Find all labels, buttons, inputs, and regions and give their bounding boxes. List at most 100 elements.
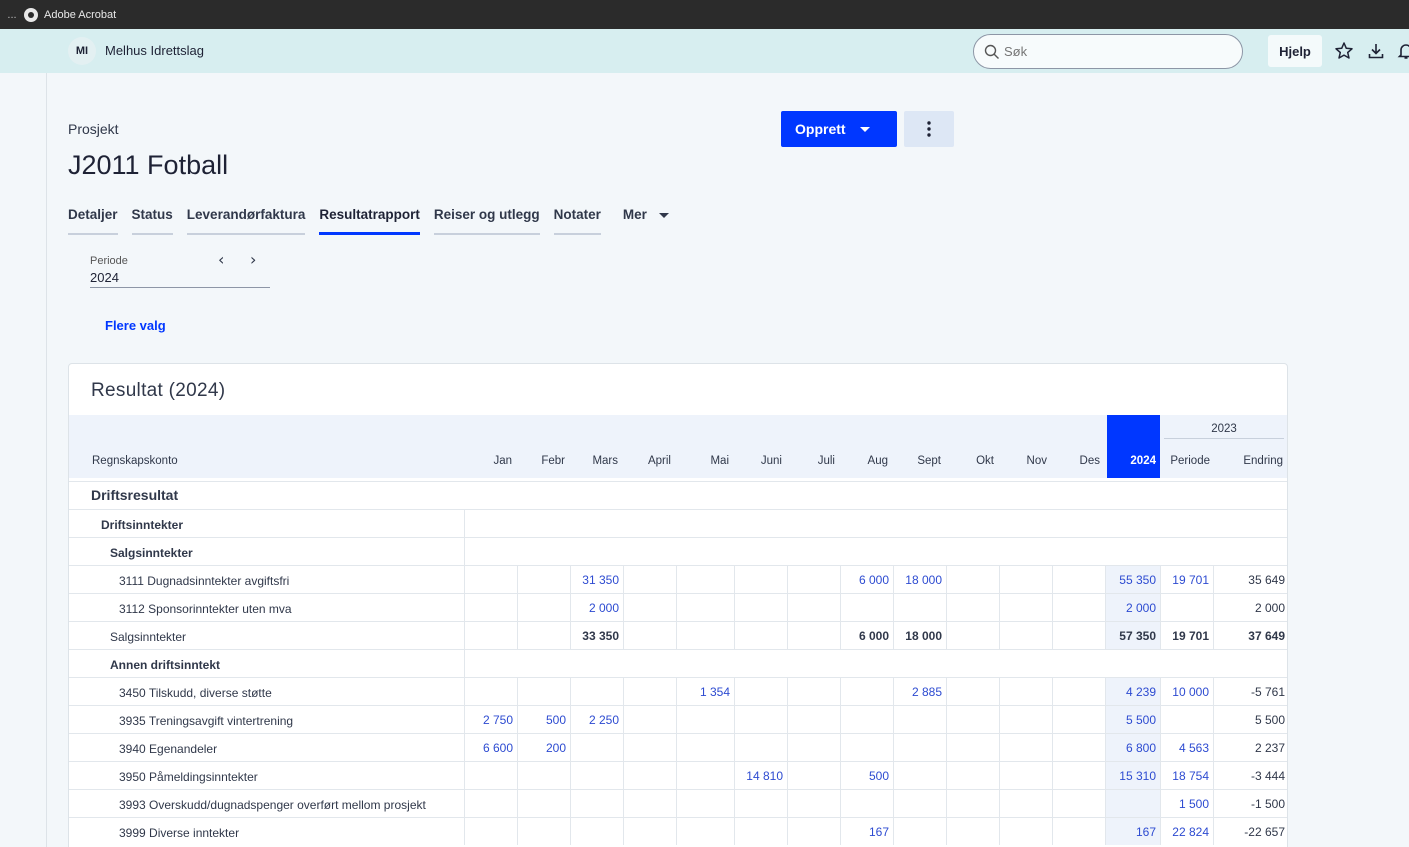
month-cell — [517, 622, 570, 649]
row-label[interactable]: 3935 Treningsavgift vintertrening — [119, 714, 293, 728]
month-cell[interactable]: 167 — [840, 818, 893, 845]
period-cell[interactable]: 18 754 — [1160, 762, 1213, 789]
month-cell — [787, 594, 840, 621]
year-2024-cell[interactable]: 57 350 — [1105, 622, 1160, 649]
help-button[interactable]: Hjelp — [1268, 35, 1322, 67]
year-2024-cell[interactable]: 5 500 — [1105, 706, 1160, 733]
row-label[interactable]: 3940 Egenandeler — [119, 742, 217, 756]
bell-icon[interactable] — [1396, 41, 1409, 61]
chevron-right-icon[interactable]: › — [250, 250, 256, 269]
month-cell — [999, 622, 1052, 649]
month-cell[interactable]: 6 600 — [464, 734, 517, 761]
table-row[interactable]: 3112 Sponsorinntekter uten mva 2 000 2 000… — [69, 593, 1287, 621]
search-input[interactable] — [1004, 44, 1224, 59]
month-cell[interactable]: 500 — [517, 706, 570, 733]
row-label[interactable]: 3111 Dugnadsinntekter avgiftsfri — [119, 574, 289, 588]
more-actions-button[interactable] — [904, 111, 954, 147]
row-label[interactable]: 3950 Påmeldingsinntekter — [119, 770, 258, 784]
month-cell[interactable]: 18 000 — [893, 566, 946, 593]
tab-details[interactable]: Detaljer — [68, 207, 118, 235]
month-cell[interactable]: 2 885 — [893, 678, 946, 705]
period-cell[interactable]: 19 701 — [1160, 622, 1213, 649]
tab-more-label: Mer — [622, 207, 647, 222]
tab-result-report[interactable]: Resultatrapport — [319, 207, 420, 235]
org-name[interactable]: Melhus Idrettslag — [105, 43, 204, 58]
month-cell[interactable]: 33 350 — [570, 622, 623, 649]
breadcrumb[interactable]: Prosjekt — [68, 121, 119, 137]
avatar[interactable]: MI — [68, 37, 96, 65]
month-header: Jan — [493, 455, 512, 467]
month-cell — [464, 678, 517, 705]
more-options-link[interactable]: Flere valg — [105, 318, 166, 333]
period-cell[interactable]: 1 500 — [1160, 790, 1213, 817]
month-header: Okt — [976, 455, 994, 467]
month-cell[interactable]: 2 000 — [570, 594, 623, 621]
create-button[interactable]: Opprett — [781, 111, 897, 147]
month-cell — [1052, 790, 1105, 817]
period-cell[interactable]: 19 701 — [1160, 566, 1213, 593]
period-value: 2024 — [90, 270, 119, 285]
row-label: Salgsinntekter — [110, 630, 187, 644]
month-cell[interactable]: 6 000 — [840, 622, 893, 649]
row-label: Annen driftsinntekt — [110, 658, 220, 672]
row-label[interactable]: 3993 Overskudd/dugnadspenger overført me… — [119, 798, 426, 812]
month-cell — [999, 762, 1052, 789]
period-column-header: Periode — [1170, 455, 1210, 467]
row-label[interactable]: 3450 Tilskudd, diverse støtte — [119, 686, 272, 700]
table-row[interactable]: 3940 Egenandeler 6 600 200 6 800 4 563 2 237 — [69, 733, 1287, 761]
table-row[interactable]: 3935 Treningsavgift vintertrening 2 750 50… — [69, 705, 1287, 733]
year-2024-cell[interactable]: 55 350 — [1105, 566, 1160, 593]
caret-down-icon — [859, 126, 870, 132]
year-2024-header[interactable]: 2024 — [1107, 415, 1160, 478]
globe-icon — [24, 7, 38, 22]
table-row[interactable]: 3111 Dugnadsinntekter avgiftsfri 31 350 6 … — [69, 565, 1287, 593]
month-cell — [464, 790, 517, 817]
table-row[interactable]: 3993 Overskudd/dugnadspenger overført me… — [69, 789, 1287, 817]
side-rail — [0, 73, 47, 847]
year-2024-cell[interactable]: 2 000 — [1105, 594, 1160, 621]
year-2024-cell[interactable] — [1105, 790, 1160, 817]
period-field[interactable]: Periode 2024 ‹ › — [90, 250, 270, 288]
star-icon[interactable] — [1334, 41, 1354, 61]
year-2024-cell[interactable]: 6 800 — [1105, 734, 1160, 761]
period-cell[interactable]: 4 563 — [1160, 734, 1213, 761]
month-cell[interactable]: 31 350 — [570, 566, 623, 593]
month-cell — [999, 678, 1052, 705]
month-cell[interactable]: 18 000 — [893, 622, 946, 649]
year-2024-cell[interactable]: 167 — [1105, 818, 1160, 845]
download-icon[interactable] — [1366, 41, 1386, 61]
month-cell — [840, 678, 893, 705]
month-cell — [999, 734, 1052, 761]
month-cell — [623, 734, 676, 761]
row-label[interactable]: 3999 Diverse inntekter — [119, 826, 239, 840]
tab-travel-expenses[interactable]: Reiser og utlegg — [433, 207, 540, 235]
table-row[interactable]: 3450 Tilskudd, diverse støtte 1 354 2 885 4… — [69, 677, 1287, 705]
tab-notes[interactable]: Notater — [553, 207, 601, 235]
period-cell[interactable]: 10 000 — [1160, 678, 1213, 705]
month-cell — [676, 734, 734, 761]
period-cell[interactable]: 22 824 — [1160, 818, 1213, 845]
month-cell[interactable]: 200 — [517, 734, 570, 761]
table-row[interactable]: 3999 Diverse inntekter 167 167 22 824 -22 65… — [69, 817, 1287, 845]
os-menu-dots[interactable]: ... — [0, 9, 24, 21]
row-label[interactable]: 3112 Sponsorinntekter uten mva — [119, 602, 292, 616]
month-cell[interactable]: 1 354 — [676, 678, 734, 705]
month-cell[interactable]: 500 — [840, 762, 893, 789]
month-cell[interactable]: 2 250 — [570, 706, 623, 733]
month-cell[interactable]: 6 000 — [840, 566, 893, 593]
table-row[interactable]: 3950 Påmeldingsinntekter 14 810 500 15 310 1… — [69, 761, 1287, 789]
month-cell[interactable]: 2 750 — [464, 706, 517, 733]
month-cell — [946, 678, 999, 705]
month-cell — [893, 818, 946, 845]
period-cell — [1160, 706, 1213, 733]
month-cell[interactable]: 14 810 — [734, 762, 787, 789]
year-2024-cell[interactable]: 15 310 — [1105, 762, 1160, 789]
tab-status[interactable]: Status — [131, 207, 173, 235]
month-cell — [1052, 622, 1105, 649]
tab-supplier-invoice[interactable]: Leverandørfaktura — [186, 207, 306, 235]
search-box[interactable] — [973, 34, 1243, 69]
tab-more[interactable]: Mer — [623, 207, 669, 235]
year-2024-cell[interactable]: 4 239 — [1105, 678, 1160, 705]
kebab-icon — [927, 121, 931, 137]
chevron-left-icon[interactable]: ‹ — [218, 250, 224, 269]
